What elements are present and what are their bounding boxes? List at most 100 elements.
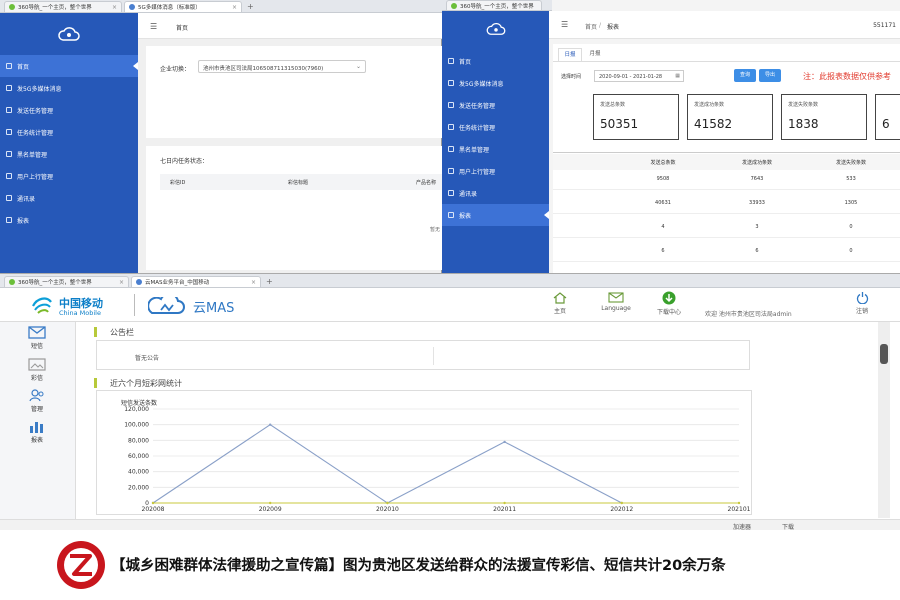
sidebar-item-label: 通讯录 — [459, 190, 478, 198]
tab-360-nav[interactable]: 360导航_一个主页，整个世界 × — [4, 276, 129, 287]
data-point — [503, 440, 506, 444]
window-report: 360导航_一个主页，整个世界 首页 发5G多媒体消息 发送任务管理 任务统计管理 黑名… — [442, 0, 900, 273]
tab-label: 360导航_一个主页，整个世界 — [18, 5, 92, 11]
product-name: 云MAS — [193, 301, 235, 316]
tab-daily[interactable]: 日报 — [558, 48, 582, 61]
toolbar-label: 主页 — [553, 308, 566, 315]
sms-icon — [28, 326, 46, 339]
sidebar-item-2[interactable]: 发送任务管理 — [0, 99, 138, 121]
tab-360-nav[interactable]: 360导航_一个主页，整个世界 × — [4, 1, 122, 12]
sidebar-item-3[interactable]: 任务统计管理 — [0, 121, 138, 143]
notice-text: 暂无公告 — [135, 355, 160, 362]
sidebar-item-6[interactable]: 通讯录 — [442, 182, 549, 204]
table-cell: 6 — [661, 248, 665, 254]
notice-board: 暂无公告 — [96, 340, 750, 370]
home-button[interactable]: 主页 — [548, 292, 572, 315]
sidebar-item-1[interactable]: 发5G多媒体消息 — [0, 77, 138, 99]
download-icon — [662, 291, 676, 305]
nav-icon — [448, 168, 454, 174]
cloud-logo-icon — [0, 13, 138, 55]
nav-icon — [448, 58, 454, 64]
sidebar-item-label: 用户上行管理 — [459, 168, 496, 176]
360-favicon-icon — [9, 4, 15, 10]
divider — [134, 294, 135, 316]
manage-menu[interactable]: 管理 — [20, 388, 54, 413]
menu-toggle-icon[interactable]: ☰ — [150, 22, 157, 31]
menu-label: 彩信 — [30, 375, 43, 382]
sidebar-item-0[interactable]: 首页 — [0, 55, 138, 77]
empty-note: 暂无 — [430, 227, 441, 233]
sidebar-item-6[interactable]: 通讯录 — [0, 187, 138, 209]
nav-icon — [448, 124, 454, 130]
date-range-input[interactable]: 2020-09-01 - 2021-01-28 ▦ — [594, 70, 684, 82]
sidebar-item-5[interactable]: 用户上行管理 — [442, 160, 549, 182]
col-header: 产品名称 — [416, 180, 437, 186]
menu-label: 管理 — [30, 406, 43, 413]
row-divider — [553, 261, 900, 262]
sidebar-item-7[interactable]: 报表 — [442, 204, 549, 226]
menu-toggle-icon[interactable]: ☰ — [561, 20, 568, 29]
mms-icon — [28, 358, 46, 371]
new-tab-icon[interactable]: + — [247, 1, 254, 12]
nav-icon — [6, 151, 12, 157]
menu-label: 报表 — [30, 437, 43, 444]
report-menu[interactable]: 报表 — [20, 420, 54, 444]
col-header: 彩信ID — [170, 180, 186, 186]
section-marker — [94, 327, 97, 337]
export-button[interactable]: 导出 — [759, 69, 781, 82]
card-label: 发送失败条数 — [788, 102, 819, 108]
close-icon[interactable]: × — [119, 279, 124, 286]
page-favicon-icon — [136, 279, 142, 285]
y-tick-label: 120,000 — [124, 406, 149, 413]
task-table-header: 彩信ID 彩信标题 产品名称 — [160, 174, 442, 190]
welcome-text: 欢迎 池州市贵池区司法局admin — [705, 311, 792, 318]
close-icon[interactable]: × — [232, 4, 237, 11]
sidebar-item-label: 报表 — [459, 212, 472, 220]
tab-cloud-mas[interactable]: 云MAS业务平台_中国移动 × — [131, 276, 261, 287]
language-button[interactable]: Language — [596, 292, 636, 312]
col-header: 发送失败条数 — [835, 160, 866, 166]
mms-menu[interactable]: 彩信 — [20, 358, 54, 382]
scrollbar[interactable] — [878, 322, 890, 518]
y-tick-label: 60,000 — [128, 453, 149, 460]
power-icon — [856, 292, 868, 305]
download-center-button[interactable]: 下载中心 — [652, 291, 686, 316]
new-tab-icon[interactable]: + — [266, 276, 273, 287]
brand-name-en: China Mobile — [59, 309, 101, 317]
sidebar-item-4[interactable]: 黑名单管理 — [0, 143, 138, 165]
x-tick-label: 202101 — [728, 506, 751, 513]
x-tick-label: 202008 — [142, 506, 165, 513]
close-icon[interactable]: × — [112, 4, 117, 11]
enterprise-select[interactable]: 池州市贵池区司法局106508711315030(7960) ⌄ — [198, 60, 366, 73]
sidebar-item-4[interactable]: 黑名单管理 — [442, 138, 549, 160]
sidebar-item-1[interactable]: 发5G多媒体消息 — [442, 72, 549, 94]
table-cell: 33933 — [749, 200, 765, 206]
query-button[interactable]: 查询 — [734, 69, 756, 82]
sidebar-item-label: 黑名单管理 — [17, 151, 48, 159]
mas-left-menu: 短信 彩信 管理 报表 — [0, 322, 76, 531]
logout-button[interactable]: 注销 — [850, 291, 874, 315]
tab-label: 360导航_一个主页，整个世界 — [18, 280, 92, 286]
tab-5g-message[interactable]: 5G多媒体消息（标准版） × — [124, 1, 242, 12]
nav-icon — [6, 107, 12, 113]
breadcrumb-home[interactable]: 首页 — [585, 22, 597, 31]
scrollbar-thumb[interactable] — [880, 344, 888, 364]
tab-monthly[interactable]: 月报 — [583, 48, 607, 61]
sidebar-item-7[interactable]: 报表 — [0, 209, 138, 231]
tab-360-nav[interactable]: 360导航_一个主页，整个世界 — [446, 0, 542, 10]
divider — [553, 152, 900, 153]
card-value: 6 — [882, 117, 890, 131]
sidebar-item-0[interactable]: 首页 — [442, 50, 549, 72]
nav-icon — [448, 102, 454, 108]
tab-divider — [553, 61, 900, 62]
x-tick-label: 202011 — [493, 506, 516, 513]
sidebar-item-3[interactable]: 任务统计管理 — [442, 116, 549, 138]
cloud-mas-logo-icon — [148, 297, 185, 314]
close-icon[interactable]: × — [251, 279, 256, 286]
tab-label: 5G多媒体消息（标准版） — [138, 5, 201, 11]
browser-tabbar: 360导航_一个主页，整个世界 — [442, 0, 552, 11]
sms-menu[interactable]: 短信 — [20, 326, 54, 350]
sidebar-item-label: 首页 — [17, 63, 30, 71]
sidebar-item-2[interactable]: 发送任务管理 — [442, 94, 549, 116]
sidebar-item-5[interactable]: 用户上行管理 — [0, 165, 138, 187]
